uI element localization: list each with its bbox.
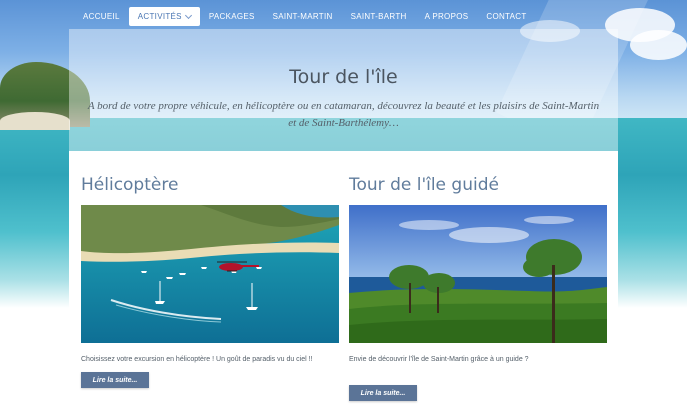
page-title: Tour de l'île xyxy=(289,66,398,88)
hero-panel: Tour de l'île A bord de votre propre véh… xyxy=(69,29,618,151)
nav-saint-martin[interactable]: SAINT-MARTIN xyxy=(264,7,342,26)
helicopter-bay-illustration xyxy=(81,205,339,343)
helicopter-image[interactable] xyxy=(81,205,339,343)
green-hills-illustration xyxy=(349,205,607,343)
main-nav: ACCUEIL ACTIVITÉS PACKAGES SAINT-MARTIN … xyxy=(74,6,536,26)
card-description: Choisissez votre excursion en hélicoptèr… xyxy=(81,356,313,363)
card-title: Tour de l'île guidé xyxy=(349,175,499,195)
chevron-down-icon xyxy=(184,11,192,19)
rocks-left xyxy=(0,112,70,130)
read-more-button[interactable]: Lire la suite... xyxy=(81,372,149,388)
guided-tour-image[interactable] xyxy=(349,205,607,343)
nav-accueil[interactable]: ACCUEIL xyxy=(74,7,129,26)
nav-packages[interactable]: PACKAGES xyxy=(200,7,264,26)
nav-a-propos[interactable]: A PROPOS xyxy=(416,7,478,26)
card-title: Hélicoptère xyxy=(81,175,179,195)
page-subtitle: A bord de votre propre véhicule, en héli… xyxy=(87,100,600,129)
content-area: Hélicoptère Choisissez votre excursion e… xyxy=(69,151,618,412)
cloud xyxy=(630,30,687,60)
card-description: Envie de découvrir l'île de Saint-Martin… xyxy=(349,356,529,363)
nav-contact[interactable]: CONTACT xyxy=(477,7,535,26)
nav-activites-label: ACTIVITÉS xyxy=(137,11,182,21)
nav-saint-barth[interactable]: SAINT-BARTH xyxy=(342,7,416,26)
read-more-button[interactable]: Lire la suite... xyxy=(349,385,417,401)
nav-activites[interactable]: ACTIVITÉS xyxy=(128,6,200,26)
